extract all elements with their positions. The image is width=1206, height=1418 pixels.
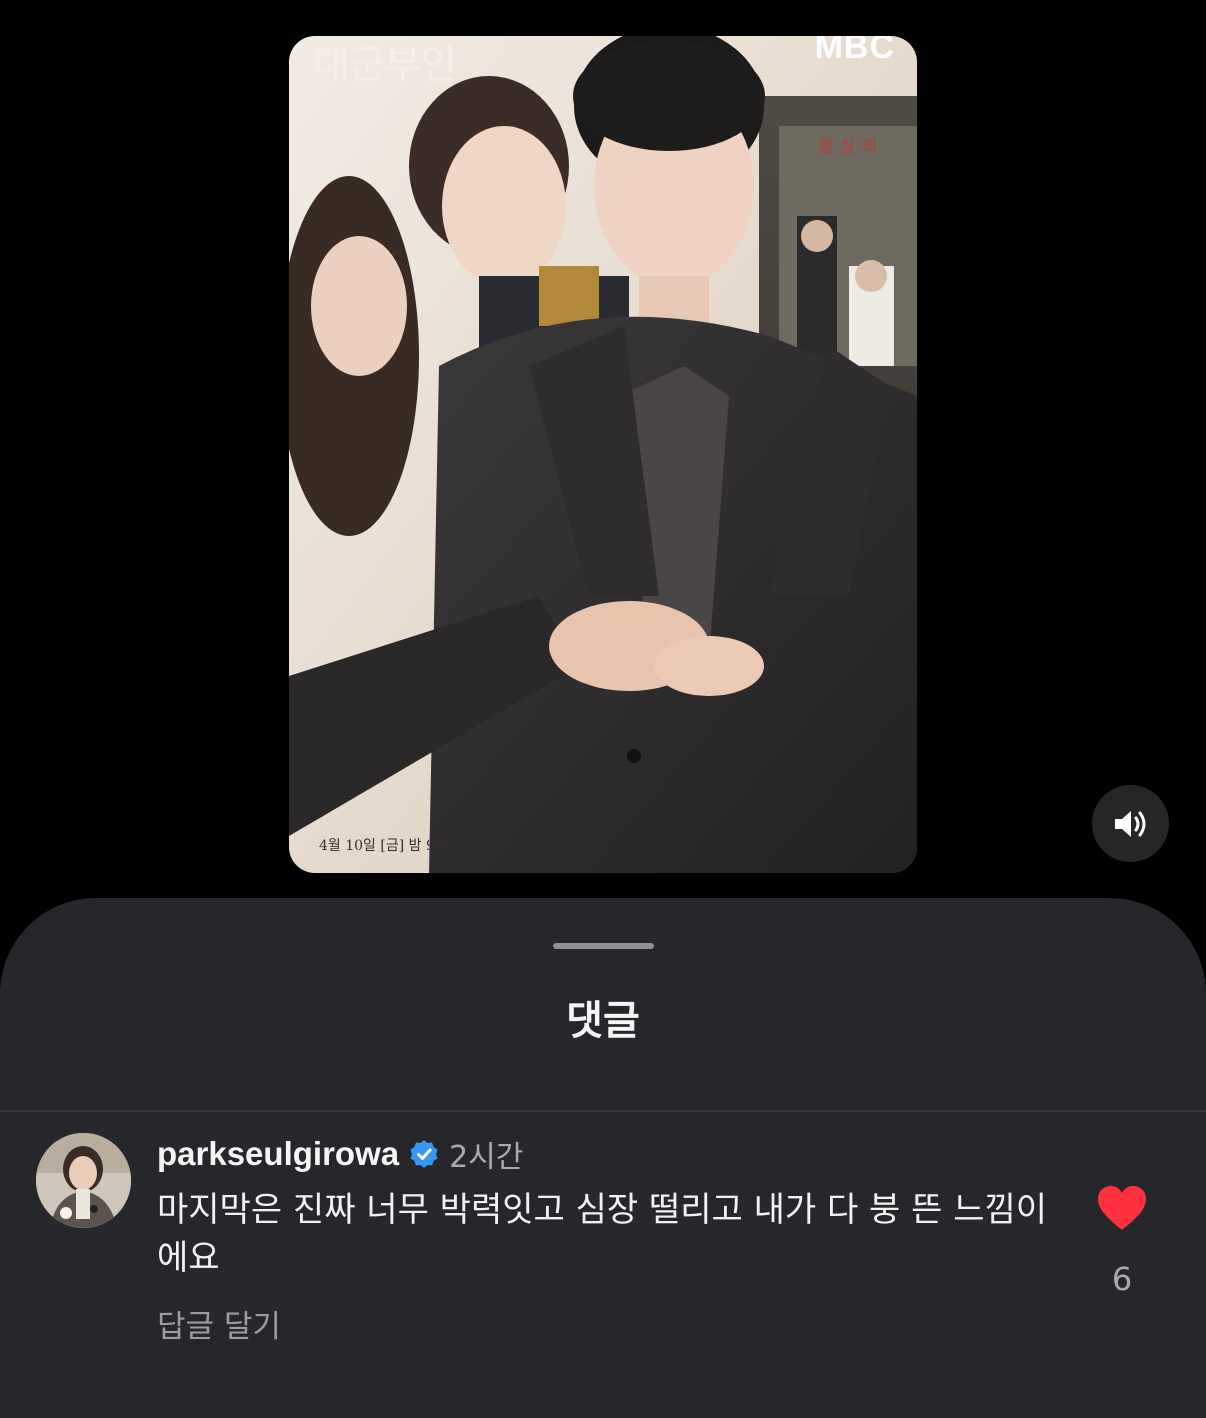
username[interactable]: parkseulgirowa <box>157 1135 399 1173</box>
avatar[interactable] <box>36 1133 131 1228</box>
like-count: 6 <box>1111 1260 1133 1298</box>
verified-badge-icon <box>410 1140 438 1168</box>
sheet-grabber[interactable] <box>553 943 654 949</box>
comment-time: 2시간 <box>449 1140 524 1175</box>
poster-date: 4월 10일 [금] 밤 9시 <box>319 838 448 854</box>
comment-text: 마지막은 진짜 너무 박력잇고 심장 떨리고 내가 다 붕 뜬 느낌이에요 <box>157 1190 1048 1278</box>
comment-header: parkseulgirowa 2시간 <box>157 1134 524 1175</box>
broadcaster-logo: MBC <box>814 36 895 66</box>
speaker-on-icon <box>1114 810 1145 837</box>
avatar-image <box>36 1133 131 1228</box>
heart-filled-icon <box>1098 1186 1146 1230</box>
reply-button[interactable]: 답글 달기 <box>157 1301 281 1346</box>
sound-toggle-button[interactable] <box>1092 785 1169 862</box>
video-frame <box>289 36 917 873</box>
comments-sheet: 댓글 parkseulgirowa 2시간 마지막은 진짜 너무 박력잇고 심장… <box>0 898 1206 1418</box>
video-player[interactable]: 대군부인 MBC 왕실의 4월 10일 [금] 밤 9시 <box>289 36 917 873</box>
sheet-title: 댓글 <box>566 999 640 1043</box>
like-button[interactable] <box>1096 1184 1148 1232</box>
comment-item: parkseulgirowa 2시간 마지막은 진짜 너무 박력잇고 심장 떨리… <box>0 1112 1206 1372</box>
poster-text: 왕실의 <box>818 137 883 157</box>
video-overlay-title: 대군부인 <box>313 42 457 88</box>
